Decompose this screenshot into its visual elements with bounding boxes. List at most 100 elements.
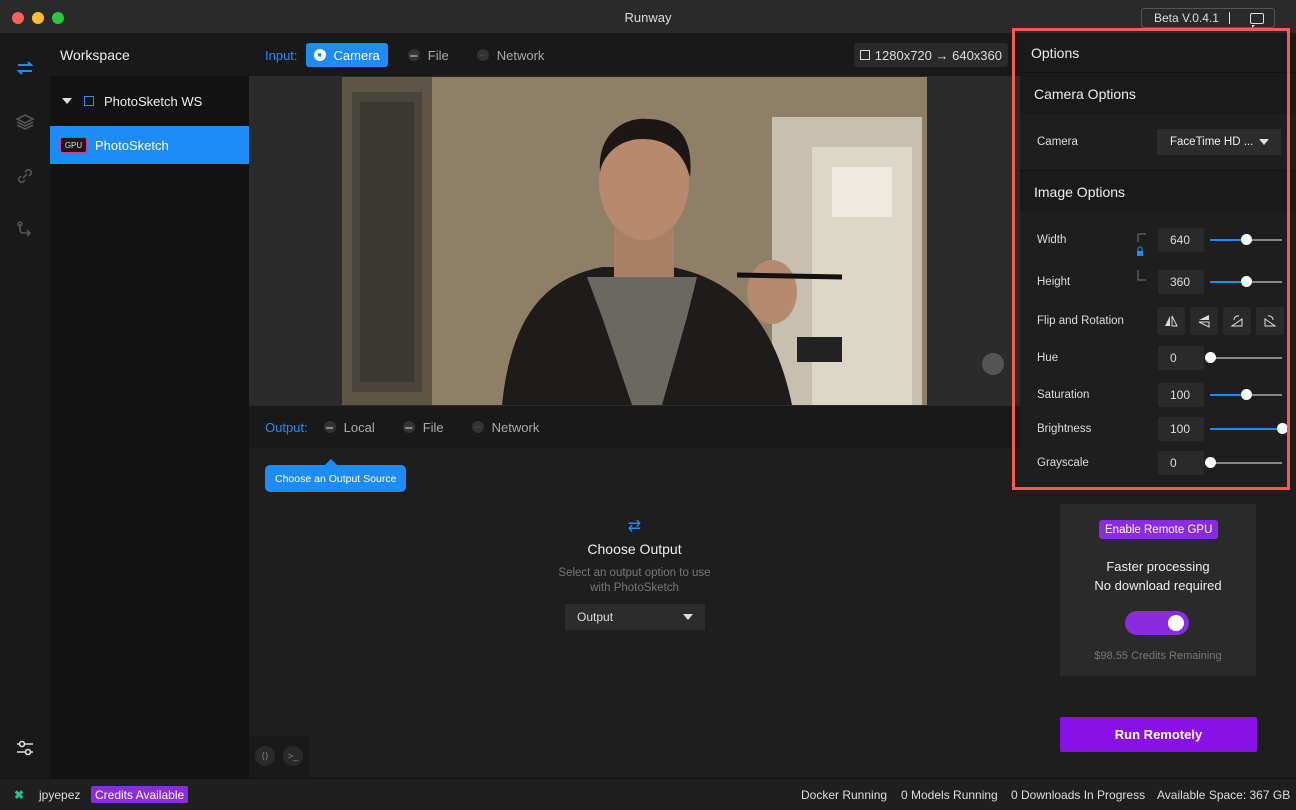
chat-icon[interactable] (1249, 12, 1264, 28)
layers-icon[interactable] (15, 112, 35, 132)
flip-vertical-icon[interactable] (1190, 307, 1218, 335)
brightness-input[interactable]: 100 (1158, 417, 1204, 441)
camera-label: Camera (1037, 136, 1078, 148)
tab-output-network[interactable]: ··· Network (464, 415, 548, 439)
downloads-status: 0 Downloads In Progress (1011, 788, 1146, 802)
left-rail (0, 34, 50, 778)
output-select[interactable]: Output (565, 604, 705, 630)
runway-logo-icon: ✖ (14, 788, 25, 802)
tab-input-file[interactable]: ▬ File (400, 43, 457, 67)
hue-input[interactable]: 0 (1158, 346, 1204, 370)
choose-output-description: Select an output option to use with Phot… (249, 566, 1020, 596)
tab-label: Network (491, 419, 540, 435)
version-box: Beta V.0.4.1 (1141, 8, 1275, 28)
tab-label: File (427, 47, 449, 63)
workspace-header: Workspace (50, 34, 249, 76)
slider-knob[interactable] (1277, 423, 1288, 434)
camera-select[interactable]: FaceTime HD ... (1157, 129, 1281, 155)
title-bar: Runway Beta V.0.4.1 (0, 0, 1296, 34)
network-icon: ··· (476, 49, 489, 61)
saturation-slider[interactable] (1210, 389, 1282, 400)
run-remotely-button[interactable]: Run Remotely (1060, 717, 1257, 752)
terminal-icon[interactable]: >_ (283, 746, 303, 766)
width-row: Width 640 (1020, 220, 1296, 260)
lock-aspect-icon[interactable] (1136, 232, 1148, 262)
slider-knob[interactable] (1241, 234, 1252, 245)
grayscale-slider[interactable] (1205, 457, 1282, 468)
width-slider[interactable] (1210, 234, 1282, 245)
grayscale-input[interactable]: 0 (1158, 451, 1204, 475)
link-bracket-icon (1137, 270, 1146, 281)
flip-label: Flip and Rotation (1037, 315, 1124, 327)
gpu-badge: GPU (60, 137, 87, 153)
slider-knob[interactable] (1205, 352, 1216, 363)
remote-line: No download required (1094, 578, 1222, 593)
slider-knob[interactable] (1205, 457, 1216, 468)
output-source-tooltip: Choose an Output Source (265, 459, 407, 492)
slider-knob[interactable] (1241, 276, 1252, 287)
tab-label: File (422, 419, 444, 435)
code-icon[interactable]: ⟨⟩ (255, 746, 275, 766)
swap-arrows-icon[interactable] (15, 58, 35, 78)
resolution-text: 1280x720 → 640x360 (874, 47, 1002, 63)
flip-horizontal-icon[interactable] (1157, 307, 1185, 335)
credits-badge[interactable]: Credits Available (91, 786, 189, 803)
workspace-item[interactable]: PhotoSketch WS (50, 76, 249, 126)
hue-row: Hue 0 (1020, 338, 1296, 378)
camera-options-header: Camera Options (1020, 72, 1296, 114)
tab-output-file[interactable]: ▬ File (395, 415, 452, 439)
status-bar: ✖ jpyepez Credits Available Docker Runni… (0, 778, 1296, 810)
model-item-photosketch[interactable]: GPU PhotoSketch (50, 126, 249, 164)
saturation-input[interactable]: 100 (1158, 383, 1204, 407)
docker-status: Docker Running (801, 788, 888, 802)
rotate-right-icon[interactable] (1256, 307, 1284, 335)
width-input[interactable]: 640 (1158, 228, 1204, 252)
saturation-row: Saturation 100 (1020, 378, 1296, 412)
input-preview (249, 76, 1020, 406)
rotate-left-icon[interactable] (1223, 307, 1251, 335)
brightness-row: Brightness 100 (1020, 412, 1296, 446)
remote-gpu-toggle[interactable] (1125, 611, 1189, 635)
brightness-slider[interactable] (1210, 423, 1288, 434)
camera-feed-image (342, 77, 927, 405)
slider-knob[interactable] (1241, 389, 1252, 400)
hue-slider[interactable] (1205, 352, 1282, 363)
remote-line: Faster processing (1106, 559, 1210, 574)
tab-input-camera[interactable]: ■ Camera (305, 43, 388, 67)
folder-icon: ▬ (402, 421, 415, 433)
enable-remote-gpu-badge: Enable Remote GPU (1099, 520, 1219, 539)
input-bar: Input: ■ Camera ▬ File ··· Network 1280x… (249, 34, 1020, 76)
slider-fill (1210, 428, 1282, 430)
description-line: Select an output option to use (558, 567, 711, 579)
height-slider[interactable] (1210, 276, 1282, 287)
grayscale-row: Grayscale 0 (1020, 446, 1296, 480)
description-line: with PhotoSketch (590, 582, 679, 594)
swap-arrows-icon: ⇄ (627, 518, 642, 535)
console-bar: ⟨⟩ >_ (249, 736, 309, 778)
workspace-panel: Workspace PhotoSketch WS GPU PhotoSketch (50, 34, 249, 778)
camera-select-value: FaceTime HD ... (1170, 136, 1254, 148)
choose-output-title: Choose Output (587, 541, 682, 557)
username[interactable]: jpyepez (39, 788, 80, 802)
output-label: Output: (265, 419, 308, 435)
flip-row: Flip and Rotation (1020, 304, 1296, 338)
version-label: Beta V.0.4.1 (1154, 11, 1219, 25)
caret-down-icon[interactable] (62, 98, 72, 104)
workflow-icon[interactable] (15, 220, 35, 240)
link-icon[interactable] (15, 166, 35, 186)
grayscale-label: Grayscale (1037, 457, 1089, 469)
options-header: Options (1020, 34, 1296, 72)
toggle-knob (1168, 615, 1184, 631)
chevron-down-icon (683, 614, 693, 620)
height-input[interactable]: 360 (1158, 270, 1204, 294)
saturation-label: Saturation (1037, 389, 1090, 401)
image-options-header: Image Options (1020, 170, 1296, 212)
tab-input-network[interactable]: ··· Network (469, 43, 553, 67)
camera-icon: ■ (313, 49, 326, 61)
settings-sliders-icon[interactable] (15, 738, 35, 758)
resolution-indicator[interactable]: 1280x720 → 640x360 (853, 43, 1008, 67)
expand-icon[interactable] (982, 353, 1004, 375)
brightness-label: Brightness (1037, 423, 1092, 435)
app-title: Runway (624, 10, 672, 25)
tab-output-local[interactable]: ▬ Local (316, 415, 383, 439)
